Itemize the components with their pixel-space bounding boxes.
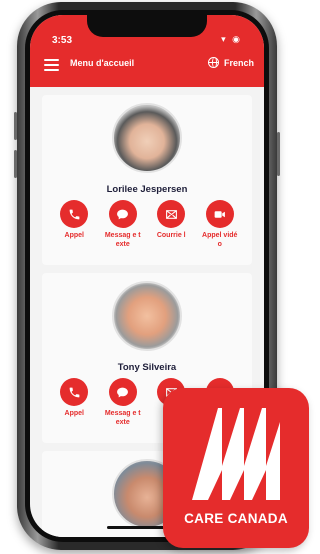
video-icon	[214, 210, 226, 218]
video-call-label: Appel vidéo	[202, 232, 238, 248]
call-button[interactable]: Appel	[57, 378, 91, 427]
email-button[interactable]: Courrie l	[154, 200, 188, 249]
call-button-circle	[60, 200, 89, 228]
avatar[interactable]	[112, 281, 182, 351]
contact-name: Lorilee Jespersen	[106, 184, 188, 195]
phone-icon	[69, 209, 80, 219]
hamburger-menu-icon[interactable]	[44, 59, 59, 71]
language-label: French	[223, 57, 254, 68]
contact-name: Tony Silveira	[117, 362, 177, 373]
text-message-button[interactable]: Messag e texte	[104, 200, 141, 249]
video-call-button-circle	[205, 200, 234, 228]
volume-button	[14, 150, 17, 178]
avatar[interactable]	[112, 103, 182, 173]
text-message-button[interactable]: Messag e texte	[104, 378, 141, 427]
call-button[interactable]: Appel	[57, 200, 91, 249]
video-call-button[interactable]: Appel vidéo	[202, 200, 238, 249]
phone-icon	[69, 387, 80, 397]
language-selector[interactable]: French	[207, 57, 254, 68]
status-time: 3:53	[52, 35, 73, 46]
call-button-circle	[60, 378, 89, 406]
chat-icon	[117, 209, 129, 219]
power-button	[277, 132, 280, 176]
notch	[87, 15, 207, 37]
app-header: 3:53 ▾ ◉ Menu d'accueil French	[30, 15, 264, 87]
contact-card: Lorilee Jespersen Appel Messag e texte C…	[42, 95, 252, 265]
text-message-label: Messag e texte	[104, 410, 141, 426]
text-message-label: Messag e texte	[104, 232, 141, 248]
badge-text: CARE CANADA	[184, 511, 288, 526]
email-label: Courrie l	[156, 232, 186, 239]
care-canada-badge: CARE CANADA	[163, 388, 309, 548]
care-canada-logo-icon	[192, 408, 280, 500]
chat-icon	[117, 387, 129, 397]
contact-actions: Appel Messag e texte Courrie l Appel vid…	[42, 200, 252, 249]
email-button-circle	[157, 200, 186, 228]
status-icons: ▾ ◉	[221, 34, 242, 44]
text-message-button-circle	[108, 378, 137, 406]
menu-title[interactable]: Menu d'accueil	[70, 58, 134, 68]
call-label: Appel	[64, 410, 84, 417]
call-label: Appel	[64, 232, 84, 239]
volume-button	[14, 112, 17, 140]
mail-icon	[165, 209, 177, 219]
globe-icon	[207, 57, 219, 68]
text-message-button-circle	[108, 200, 137, 228]
